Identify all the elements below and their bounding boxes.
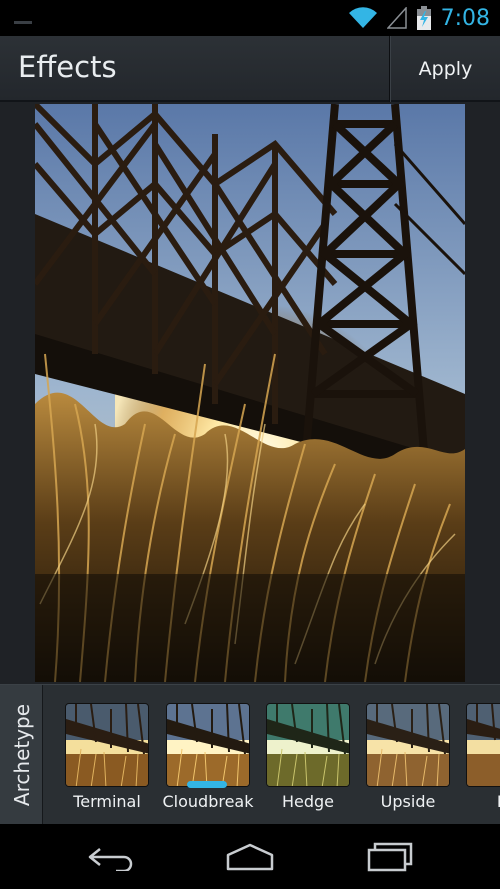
effect-thumb-cloudbreak[interactable]	[166, 703, 250, 787]
wifi-icon	[348, 7, 377, 29]
photo-area	[0, 102, 500, 684]
home-icon[interactable]	[220, 840, 280, 874]
page-title: Effects	[18, 50, 117, 84]
screen: 7:08 Effects Apply Archetype Terminal Cl…	[0, 0, 500, 889]
battery-charging-icon	[416, 6, 431, 30]
action-bar: Effects Apply	[0, 36, 500, 102]
effect-label: Terminal	[73, 792, 141, 811]
back-icon[interactable]	[80, 840, 140, 874]
nav-bar	[0, 824, 500, 889]
effect-thumb-hedge[interactable]	[266, 703, 350, 787]
apply-button[interactable]: Apply	[391, 36, 500, 102]
effect-thumb-hu[interactable]	[466, 703, 500, 787]
photo-preview[interactable]	[35, 104, 465, 682]
cell-signal-icon	[386, 7, 407, 29]
category-label: Archetype	[10, 703, 34, 807]
status-time: 7:08	[440, 5, 490, 31]
effect-thumb-terminal[interactable]	[65, 703, 149, 787]
action-bar-divider	[389, 36, 390, 102]
selected-indicator	[187, 781, 227, 788]
effect-thumb-upside[interactable]	[366, 703, 450, 787]
status-bar: 7:08	[0, 0, 500, 36]
effects-strip: Archetype Terminal Cloudbreak Hedge Upsi…	[0, 684, 500, 825]
recent-apps-icon[interactable]	[360, 840, 420, 874]
category-tab[interactable]: Archetype	[0, 685, 43, 825]
effect-label: Cloudbreak	[162, 792, 254, 811]
notification-indicator	[14, 21, 32, 24]
effect-label: Hedge	[281, 792, 335, 811]
effect-label: Hu	[453, 792, 500, 811]
effect-label: Upside	[380, 792, 436, 811]
